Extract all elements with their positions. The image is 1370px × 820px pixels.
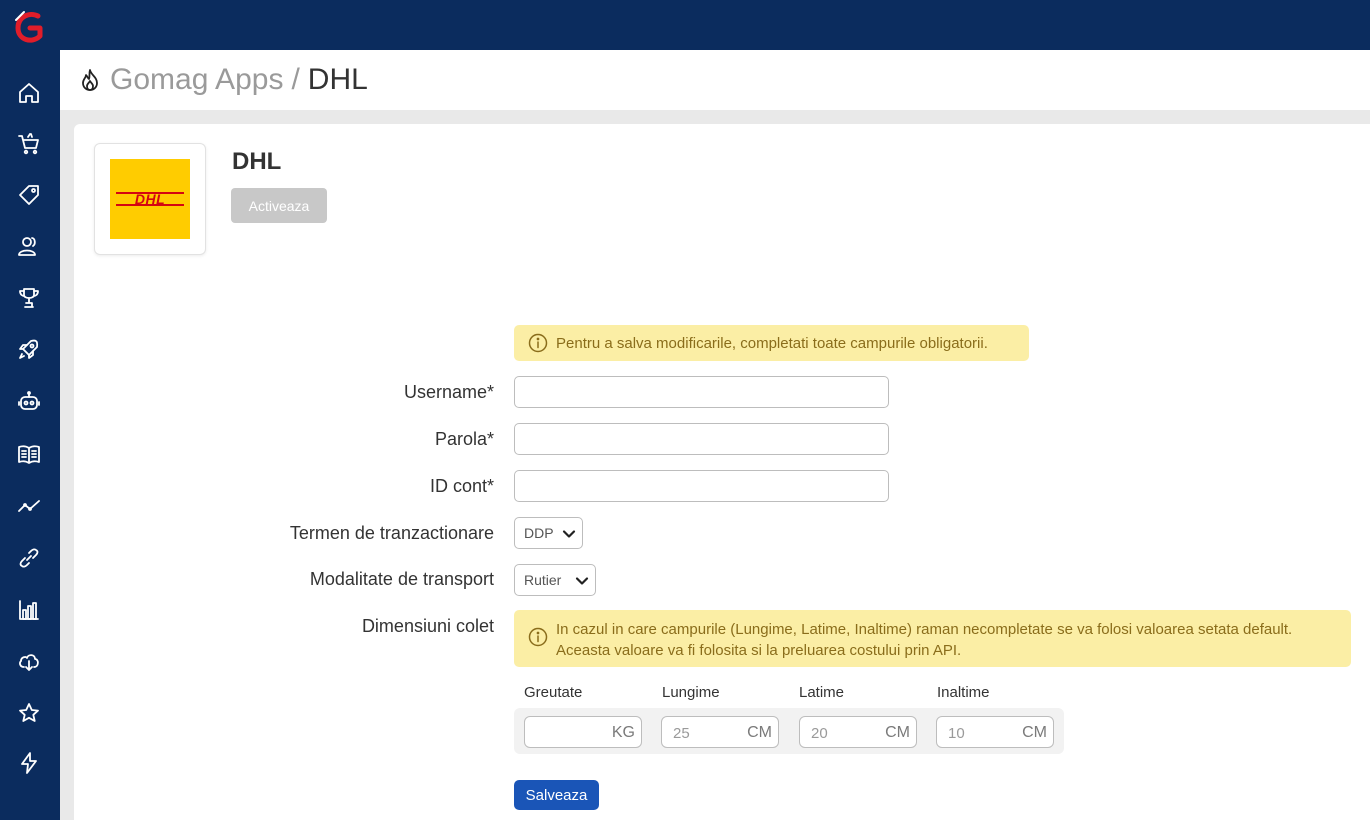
- length-input[interactable]: 25 CM: [661, 716, 779, 748]
- account-id-label: ID cont*: [429, 476, 494, 496]
- chevron-down-icon: [562, 527, 576, 541]
- transport-label: Modalitate de transport: [309, 569, 494, 589]
- username-label: Username*: [403, 382, 494, 402]
- dimensions-alert-line-2: Aceasta valoare va fi folosita si la pre…: [556, 642, 962, 659]
- home-icon[interactable]: [15, 79, 43, 107]
- book-icon[interactable]: [15, 440, 43, 468]
- users-icon[interactable]: [15, 232, 43, 260]
- page-title: DHL: [307, 63, 368, 96]
- trade-term-select[interactable]: DDP: [514, 517, 583, 549]
- save-button[interactable]: Salveaza: [514, 780, 599, 810]
- width-label: Latime: [799, 684, 845, 701]
- weight-label: Greutate: [524, 684, 583, 701]
- robot-icon[interactable]: [15, 387, 43, 415]
- app-logo-frame: DHL: [94, 143, 206, 255]
- dimensions-inputs: KG 25 CM 20 CM 10 CM: [514, 708, 1064, 754]
- breadcrumb-separator: /: [291, 63, 300, 96]
- link-icon[interactable]: [15, 544, 43, 572]
- trophy-icon[interactable]: [15, 284, 43, 312]
- weight-unit: KG: [611, 724, 635, 741]
- breadcrumb-parent[interactable]: Gomag Apps: [110, 63, 283, 97]
- height-label: Inaltime: [937, 684, 990, 701]
- width-input[interactable]: 20 CM: [799, 716, 917, 748]
- width-placeholder: 20: [811, 725, 828, 742]
- password-label: Parola*: [434, 429, 494, 449]
- height-placeholder: 10: [948, 725, 965, 742]
- gomag-logo[interactable]: [10, 8, 50, 48]
- password-input[interactable]: [514, 423, 889, 455]
- lightning-icon[interactable]: [15, 749, 43, 777]
- trade-term-label: Termen de tranzactionare: [289, 523, 494, 543]
- star-icon[interactable]: [15, 699, 43, 727]
- height-unit: CM: [1022, 724, 1047, 741]
- rocket-icon[interactable]: [15, 335, 43, 363]
- breadcrumb: Gomag Apps / DHL: [60, 50, 1370, 110]
- shopping-cart-icon[interactable]: [15, 130, 43, 158]
- dimensions-label: Dimensiuni colet: [361, 616, 494, 636]
- required-fields-alert-text: Pentru a salva modificarile, completati …: [556, 334, 988, 352]
- dimensions-alert: In cazul in care campurile (Lungime, Lat…: [514, 610, 1351, 667]
- username-input[interactable]: [514, 376, 889, 408]
- info-icon: [528, 627, 548, 647]
- top-bar: [60, 0, 1370, 50]
- length-unit: CM: [747, 724, 772, 741]
- dimensions-alert-line-1: In cazul in care campurile (Lungime, Lat…: [556, 621, 1293, 638]
- trend-line-icon[interactable]: [15, 492, 43, 520]
- height-input[interactable]: 10 CM: [936, 716, 1054, 748]
- cloud-download-icon[interactable]: [15, 647, 43, 675]
- length-placeholder: 25: [673, 725, 690, 742]
- info-icon: [528, 333, 548, 353]
- dhl-logo: DHL: [110, 159, 190, 239]
- transport-value: Rutier: [524, 572, 562, 588]
- bar-chart-icon[interactable]: [15, 596, 43, 624]
- sidebar: [0, 0, 60, 820]
- weight-input[interactable]: KG: [524, 716, 642, 748]
- trade-term-value: DDP: [524, 525, 554, 541]
- required-fields-alert: Pentru a salva modificarile, completati …: [514, 325, 1029, 361]
- length-label: Lungime: [662, 684, 720, 701]
- chevron-down-icon: [575, 574, 589, 588]
- transport-select[interactable]: Rutier: [514, 564, 596, 596]
- app-settings-card: DHL DHL Activeaza Pentru a salva modific…: [74, 124, 1370, 820]
- account-id-input[interactable]: [514, 470, 889, 502]
- dhl-logo-text: DHL: [134, 191, 166, 207]
- width-unit: CM: [885, 724, 910, 741]
- app-title: DHL: [232, 148, 282, 175]
- tag-icon[interactable]: [15, 181, 43, 209]
- fire-icon: [78, 68, 102, 92]
- activate-button[interactable]: Activeaza: [231, 188, 327, 223]
